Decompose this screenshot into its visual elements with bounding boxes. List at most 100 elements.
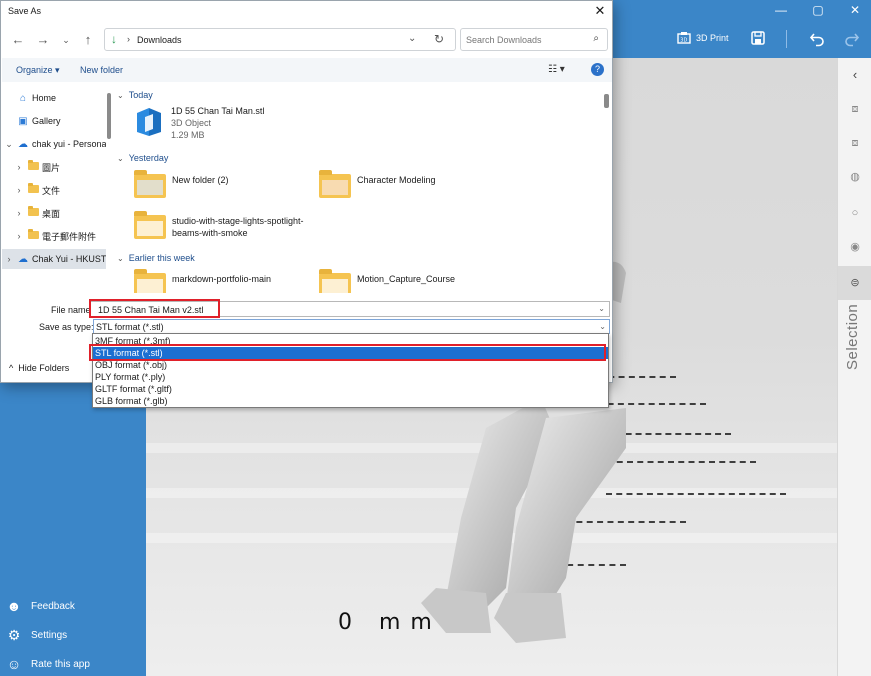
- hide-folders-button[interactable]: ^ Hide Folders: [9, 363, 69, 373]
- save-type-value: STL format (*.stl): [96, 322, 164, 332]
- collapse-panel-icon[interactable]: ‹: [848, 68, 862, 82]
- search-icon: ⌕: [593, 33, 599, 44]
- new-folder-button[interactable]: New folder: [80, 65, 123, 75]
- redo-icon[interactable]: [844, 31, 860, 47]
- folder-item-studio[interactable]: studio-with-stage-lights-spotlight-beams…: [134, 211, 319, 239]
- address-bar[interactable]: ↓ › Downloads ⌄ ↻: [104, 28, 456, 51]
- expand-chevron-icon[interactable]: ›: [12, 185, 26, 195]
- close-app-button[interactable]: ✕: [845, 3, 865, 17]
- navigation-pane: ⌂ Home ▣ Gallery ⌄ ☁ chak yui - Personal…: [2, 83, 112, 278]
- expand-chevron-icon[interactable]: ›: [12, 231, 26, 241]
- nav-label: 圖片: [42, 162, 61, 173]
- expand-chevron-icon[interactable]: ›: [12, 208, 26, 218]
- folder-icon: [134, 170, 166, 198]
- recent-locations-chevron-icon[interactable]: ⌄: [59, 35, 73, 46]
- view-options-icon[interactable]: ☷ ▾: [548, 64, 565, 75]
- 3d-print-label: 3D Print: [696, 32, 729, 43]
- home-icon: ⌂: [19, 92, 27, 104]
- nav-label: Gallery: [32, 116, 61, 126]
- nav-item-pictures[interactable]: › 圖片: [2, 157, 106, 177]
- nav-item-onedrive-hkust[interactable]: › ☁ Chak Yui - HKUST: [2, 249, 106, 269]
- folder-item-new-folder-2[interactable]: New folder (2): [134, 170, 229, 198]
- expand-chevron-icon[interactable]: ⌄: [2, 139, 16, 150]
- folder-icon: [319, 269, 351, 293]
- type-option-glb[interactable]: GLB format (*.glb): [93, 395, 608, 407]
- settings-button[interactable]: ⚙ Settings: [6, 627, 67, 644]
- hide-folders-label: Hide Folders: [18, 363, 70, 373]
- svg-text:3D: 3D: [680, 38, 687, 44]
- file-list: ⌄ Today 1D 55 Chan Tai Man.stl 3D Object…: [117, 83, 612, 293]
- nav-item-onedrive-personal[interactable]: ⌄ ☁ chak yui - Personal: [2, 134, 106, 154]
- file-list-scrollbar[interactable]: [604, 94, 609, 108]
- rate-app-button[interactable]: ☺ Rate this app: [6, 656, 90, 672]
- search-input[interactable]: Search Downloads ⌕: [460, 28, 608, 51]
- breadcrumb-downloads[interactable]: Downloads: [137, 35, 182, 45]
- expand-chevron-icon[interactable]: ›: [2, 254, 16, 264]
- folder-item-markdown-portfolio[interactable]: markdown-portfolio-main: [134, 269, 271, 293]
- feedback-button[interactable]: ☻ Feedback: [6, 598, 75, 614]
- help-icon[interactable]: ?: [591, 63, 604, 76]
- minimize-button[interactable]: —: [771, 3, 791, 17]
- nav-label: 電子郵件附件: [42, 231, 97, 242]
- group-header-yesterday[interactable]: ⌄ Yesterday: [117, 153, 168, 163]
- save-as-dialog: Save As ✕ ← → ⌄ ↑ ↓ › Downloads ⌄ ↻ Sear…: [0, 0, 613, 383]
- group-header-today[interactable]: ⌄ Today: [117, 90, 153, 100]
- tool-icon[interactable]: ◉: [848, 240, 862, 254]
- folder-icon: [26, 159, 40, 173]
- annotation-highlight-filename: [89, 299, 220, 318]
- collapse-chevron-icon: ⌄: [117, 90, 124, 100]
- nav-item-gallery[interactable]: ▣ Gallery: [2, 111, 106, 131]
- refresh-icon[interactable]: ↻: [434, 32, 444, 46]
- app-right-toolbar: ‹ ⧈ ⧈ ◍ ○ ◉ ⊜ Selection: [837, 58, 871, 676]
- selection-tool-icon[interactable]: ⊜: [848, 276, 862, 290]
- nav-label: chak yui - Personal: [32, 139, 106, 149]
- chevron-down-icon[interactable]: ⌄: [598, 304, 605, 313]
- folder-icon: [134, 211, 166, 239]
- save-type-select[interactable]: STL format (*.stl) ⌄: [93, 319, 610, 334]
- group-label: Earlier this week: [128, 253, 195, 263]
- tool-icon[interactable]: ⧈: [848, 102, 862, 116]
- forward-arrow-icon[interactable]: →: [36, 32, 50, 47]
- 3d-print-icon: 3D: [677, 32, 691, 44]
- type-option-ply[interactable]: PLY format (*.ply): [93, 371, 608, 383]
- 3d-print-button[interactable]: 3D 3D Print: [677, 31, 729, 44]
- breadcrumb-chevron-icon: ›: [127, 34, 130, 44]
- nav-item-email-attachments[interactable]: › 電子郵件附件: [2, 226, 106, 246]
- dialog-command-bar: Organize ▾ New folder ☷ ▾ ?: [2, 58, 612, 82]
- nav-item-home[interactable]: ⌂ Home: [2, 88, 106, 108]
- annotation-highlight-stl-option: [89, 344, 606, 361]
- feedback-label: Feedback: [31, 600, 75, 612]
- organize-button[interactable]: Organize ▾: [16, 65, 60, 76]
- expand-chevron-icon[interactable]: ›: [12, 162, 26, 172]
- tool-icon[interactable]: ◍: [848, 170, 862, 184]
- nav-item-documents[interactable]: › 文件: [2, 180, 106, 200]
- nav-scrollbar[interactable]: [107, 93, 111, 139]
- nav-item-desktop[interactable]: › 桌面: [2, 203, 106, 223]
- cloud-icon: ☁: [18, 138, 28, 150]
- tool-icon[interactable]: ⧈: [848, 136, 862, 150]
- back-arrow-icon[interactable]: ←: [11, 32, 25, 47]
- file-name-label: File name:: [51, 305, 94, 315]
- save-type-label: Save as type:: [39, 322, 94, 332]
- dialog-close-button[interactable]: ✕: [592, 3, 608, 19]
- chevron-down-icon[interactable]: ⌄: [599, 322, 606, 331]
- address-dropdown-icon[interactable]: ⌄: [408, 33, 416, 44]
- nav-label: Chak Yui - HKUST: [32, 254, 106, 264]
- folder-name: New folder (2): [172, 175, 229, 185]
- tool-icon[interactable]: ○: [848, 206, 862, 220]
- dialog-title: Save As: [8, 6, 42, 16]
- type-option-gltf[interactable]: GLTF format (*.gltf): [93, 383, 608, 395]
- folder-item-character-modeling[interactable]: Character Modeling: [319, 170, 436, 198]
- collapse-chevron-icon: ⌄: [117, 253, 124, 263]
- file-item-stl[interactable]: 1D 55 Chan Tai Man.stl 3D Object 1.29 MB: [133, 105, 264, 141]
- gallery-icon: ▣: [18, 115, 28, 127]
- folder-item-motion-capture[interactable]: Motion_Capture_Course: [319, 269, 455, 293]
- group-header-earlier-this-week[interactable]: ⌄ Earlier this week: [117, 253, 195, 263]
- save-icon[interactable]: [751, 31, 765, 45]
- up-arrow-icon[interactable]: ↑: [81, 32, 95, 47]
- feedback-icon: ☻: [6, 598, 22, 614]
- undo-icon[interactable]: [809, 31, 825, 47]
- maximize-button[interactable]: ▢: [808, 3, 828, 17]
- folder-name: Character Modeling: [357, 175, 436, 185]
- selection-label: Selection: [844, 303, 861, 370]
